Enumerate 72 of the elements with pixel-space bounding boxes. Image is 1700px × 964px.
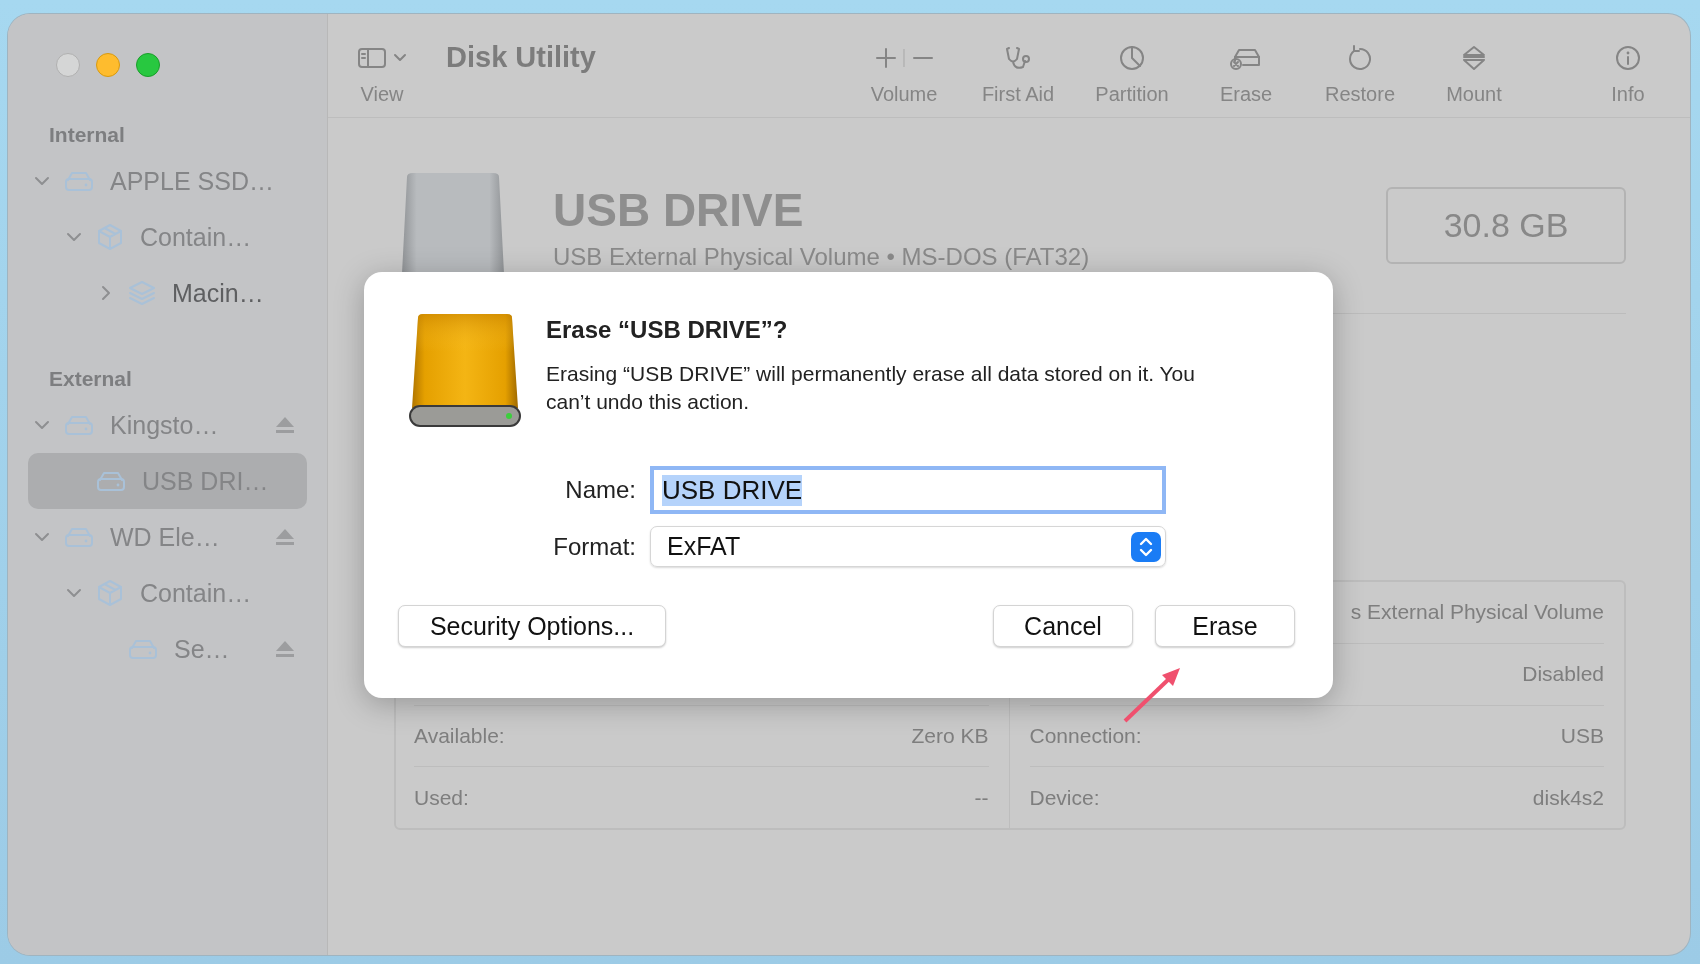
info-value: s External Physical Volume xyxy=(1350,600,1604,625)
sidebar-item[interactable]: Contain… xyxy=(28,565,307,621)
section-header: Internal xyxy=(48,123,126,148)
eject-icon[interactable] xyxy=(275,640,295,658)
cube-icon xyxy=(96,223,124,251)
sidebar-item-label: Contain… xyxy=(140,578,253,608)
sidebar-item-label: Kingsto… xyxy=(110,410,220,440)
sidebar-item[interactable]: Se… xyxy=(28,621,307,677)
sidebar-item-label: Se… xyxy=(174,634,231,664)
up-down-arrows-icon xyxy=(1131,531,1161,562)
drive-icon xyxy=(406,312,524,430)
minimize-button[interactable] xyxy=(96,53,120,77)
sidebar-toggle-icon xyxy=(357,46,387,70)
sidebar-item-label: Contain… xyxy=(140,222,253,252)
plus-minus-icon xyxy=(874,45,934,71)
zoom-button[interactable] xyxy=(136,53,160,77)
info-value: Zero KB xyxy=(911,723,989,748)
sidebar-item[interactable]: Kingsto… xyxy=(28,397,307,453)
restore-button[interactable]: Restore xyxy=(1312,32,1408,117)
dialog-button[interactable]: Security Options... xyxy=(398,605,666,647)
info-button[interactable]: Info xyxy=(1580,32,1676,117)
info-icon xyxy=(1614,45,1642,71)
dialog-message: Erasing “USB DRIVE” will permanently erase all data stored on it. You can’t undo this action. xyxy=(546,361,1196,415)
cube-icon xyxy=(96,579,124,607)
sidebar-item-label: APPLE SSD… xyxy=(110,166,275,196)
layers-icon xyxy=(128,279,156,307)
capacity-label: 30.8 GB xyxy=(1386,187,1626,264)
sidebar-item[interactable]: APPLE SSD… xyxy=(28,153,307,209)
drive-icon xyxy=(128,638,158,660)
drive-icon xyxy=(64,526,94,548)
eject-icon[interactable] xyxy=(275,528,295,546)
info-label: Connection: xyxy=(1029,723,1142,748)
name-field[interactable]: USB DRIVE xyxy=(650,466,1166,514)
drive-icon xyxy=(64,170,94,192)
sidebar-item[interactable]: WD Ele… xyxy=(28,509,307,565)
annotation-arrow xyxy=(1123,668,1180,723)
view-button[interactable]: View xyxy=(352,32,412,117)
section-header: External xyxy=(48,367,133,392)
info-label: Used: xyxy=(414,785,469,810)
sidebar-item-label: WD Ele… xyxy=(110,522,221,552)
field-label: Name: xyxy=(564,476,636,504)
first-aid-button[interactable]: First Aid xyxy=(970,32,1066,117)
dialog-button[interactable]: Erase xyxy=(1155,605,1295,647)
info-value: disk4s2 xyxy=(1532,785,1604,810)
eject-icon[interactable] xyxy=(275,416,295,434)
close-button[interactable] xyxy=(56,53,80,77)
stethoscope-icon xyxy=(1003,45,1033,71)
volume-description: USB External Physical Volume • MS-DOS (FAT32) xyxy=(553,243,1091,271)
dialog-title: Erase “USB DRIVE”? xyxy=(546,316,789,344)
window-title: Disk Utility xyxy=(446,41,596,74)
drive-icon xyxy=(96,470,126,492)
partition-button[interactable]: Partition xyxy=(1084,32,1180,117)
volume-button[interactable]: Volume xyxy=(856,32,952,117)
caret-icon xyxy=(393,53,407,63)
mount-icon xyxy=(1460,45,1488,71)
pie-chart-icon xyxy=(1118,45,1146,71)
drive-icon xyxy=(64,414,94,436)
sidebar-item[interactable]: Contain… xyxy=(28,209,307,265)
dialog-button[interactable]: Cancel xyxy=(993,605,1133,647)
mount-button[interactable]: Mount xyxy=(1426,32,1522,117)
format-dropdown[interactable]: ExFAT xyxy=(650,526,1166,567)
info-value: USB xyxy=(1560,723,1604,748)
circular-arrow-icon xyxy=(1346,45,1374,71)
info-label: Available: xyxy=(414,723,505,748)
info-value: Disabled xyxy=(1522,662,1604,687)
sidebar-item[interactable]: Macin… xyxy=(28,265,307,321)
info-value: -- xyxy=(974,785,989,810)
erase-button[interactable]: Erase xyxy=(1198,32,1294,117)
volume-name: USB DRIVE xyxy=(553,183,805,237)
sidebar-item-label: Macin… xyxy=(172,278,265,308)
info-label: Device: xyxy=(1029,785,1100,810)
field-label: Format: xyxy=(552,532,636,561)
